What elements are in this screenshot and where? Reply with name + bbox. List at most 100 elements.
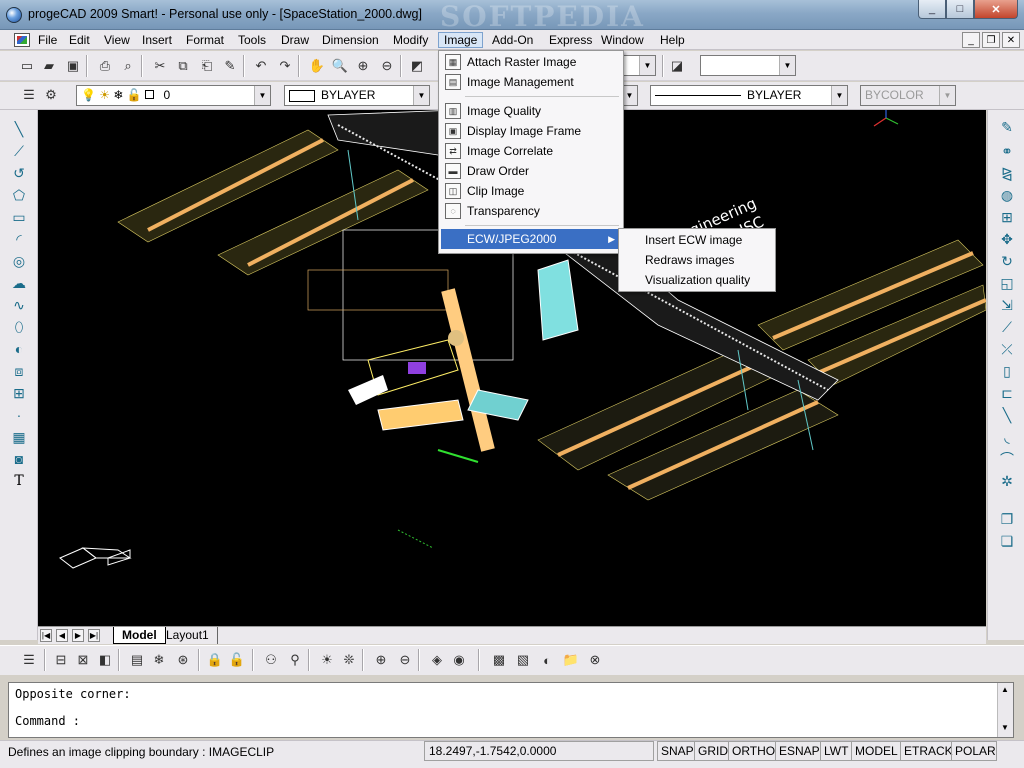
layer-select[interactable]: 💡 ☀ ❄ 🔓 0 ▼ <box>76 85 271 106</box>
menu-format[interactable]: Format <box>181 32 229 48</box>
menu-help[interactable]: Help <box>655 32 690 48</box>
menu-view[interactable]: View <box>99 32 135 48</box>
color-select[interactable]: BYLAYER ▼ <box>284 85 430 106</box>
layer-merge-icon[interactable]: ⊛ <box>174 651 192 669</box>
linetype-select[interactable]: BYLAYER ▼ <box>650 85 848 106</box>
menu-image-management[interactable]: ▤ Image Management <box>441 72 621 92</box>
point-icon[interactable]: · <box>10 406 28 424</box>
polygon-icon[interactable]: ⬠ <box>10 186 28 204</box>
mdi-restore-button[interactable]: ❐ <box>982 32 1000 48</box>
rotate-icon[interactable]: ↻ <box>998 252 1016 270</box>
menu-add-on[interactable]: Add-On <box>487 32 538 48</box>
last-tab-button[interactable]: ▶| <box>88 629 100 642</box>
pan-icon[interactable]: ✋ <box>308 57 326 75</box>
layer-change-icon[interactable]: ⊠ <box>74 651 92 669</box>
redo-icon[interactable]: ↷ <box>276 57 294 75</box>
layer-off-icon[interactable]: ▤ <box>128 651 146 669</box>
rectangle-icon[interactable]: ▭ <box>10 208 28 226</box>
new-file-icon[interactable]: ▭ <box>18 57 36 75</box>
copy-object-icon[interactable]: ⚭ <box>998 142 1016 160</box>
menu-visualization-quality[interactable]: Visualization quality <box>621 270 773 290</box>
ellipse-arc-icon[interactable]: ◐ <box>10 340 28 358</box>
layer-isolate-icon[interactable]: ◧ <box>96 651 114 669</box>
menu-redraws-images[interactable]: Redraws images <box>621 250 773 270</box>
hatch-icon[interactable]: ▦ <box>10 428 28 446</box>
text-icon[interactable]: T <box>10 472 28 490</box>
menu-draw-order[interactable]: ▬ Draw Order <box>441 161 621 181</box>
layer-match-icon[interactable]: ⊟ <box>52 651 70 669</box>
scroll-up-icon[interactable]: ▲ <box>1001 685 1009 694</box>
snap-toggle[interactable]: SNAP <box>657 741 695 761</box>
menu-insert[interactable]: Insert <box>137 32 177 48</box>
menu-express[interactable]: Express <box>544 32 597 48</box>
menu-window[interactable]: Window <box>596 32 649 48</box>
erase-icon[interactable]: ✎ <box>998 118 1016 136</box>
toolbar-combo-3[interactable]: ▼ <box>622 85 638 106</box>
scroll-down-icon[interactable]: ▼ <box>1001 723 1009 732</box>
menu-file[interactable]: File <box>33 32 62 48</box>
cloud-icon[interactable]: ☁ <box>10 274 28 292</box>
render-icon[interactable]: ◐ <box>538 651 556 669</box>
cut-icon[interactable]: ✂ <box>151 57 169 75</box>
minimize-button[interactable]: _ <box>918 0 946 19</box>
polyline-icon[interactable]: ⟋ <box>10 142 28 160</box>
break-icon[interactable]: ⊏ <box>998 384 1016 402</box>
edit-polyline-icon[interactable]: ⌒ <box>998 450 1016 468</box>
extend-icon[interactable]: ▯ <box>998 362 1016 380</box>
first-tab-button[interactable]: |◀ <box>40 629 52 642</box>
menu-modify[interactable]: Modify <box>388 32 433 48</box>
region-icon[interactable]: ◙ <box>10 450 28 468</box>
fillet-icon[interactable]: ◟ <box>998 428 1016 446</box>
copy-icon[interactable]: ⧉ <box>174 57 192 75</box>
layer-freeze-icon[interactable]: ❄ <box>150 651 168 669</box>
match-properties-icon[interactable]: ✎ <box>221 57 239 75</box>
toolbar-combo-2[interactable]: ▼ <box>700 55 796 76</box>
circle-icon[interactable]: ◎ <box>10 252 28 270</box>
grid-toggle[interactable]: GRID <box>694 741 729 761</box>
folder-icon[interactable]: 📁 <box>562 651 580 669</box>
paste-icon[interactable]: ⎗ <box>198 57 216 75</box>
explode-icon[interactable]: ✲ <box>998 472 1016 490</box>
layer-unlock-icon[interactable]: 🔓 <box>228 651 246 669</box>
layer-translate-icon[interactable]: ◈ <box>428 651 446 669</box>
menu-ecw-jpeg2000[interactable]: ECW/JPEG2000 ▶ <box>441 229 621 249</box>
open-file-icon[interactable]: ▰ <box>40 57 58 75</box>
ungroup-icon[interactable]: ❏ <box>998 532 1016 550</box>
layer-lock-icon[interactable]: 🔒 <box>206 651 224 669</box>
menu-edit[interactable]: Edit <box>64 32 95 48</box>
layer-tool-icon[interactable]: ◪ <box>668 57 686 75</box>
layer-lock-object-icon[interactable]: ⊖ <box>396 651 414 669</box>
zoom-realtime-icon[interactable]: 🔍 <box>331 57 349 75</box>
menu-display-image-frame[interactable]: ▣ Display Image Frame <box>441 121 621 141</box>
save-icon[interactable]: ▣ <box>64 57 82 75</box>
tab-layout1[interactable]: Layout1 <box>158 627 218 644</box>
chamfer-icon[interactable]: ╲ <box>998 406 1016 424</box>
pack-and-go-icon[interactable]: ▩ <box>490 651 508 669</box>
zoom-window-icon[interactable]: ⊕ <box>354 57 372 75</box>
ellipse-icon[interactable]: ⬯ <box>10 318 28 336</box>
layer-thaw-all-icon[interactable]: ☀ <box>318 651 336 669</box>
next-tab-button[interactable]: ▶ <box>72 629 84 642</box>
lineweight-select[interactable]: BYCOLOR ▼ <box>860 85 956 106</box>
menu-image[interactable]: Image <box>438 32 484 48</box>
offset-icon[interactable]: ◍ <box>998 186 1016 204</box>
mdi-close-button[interactable]: ✕ <box>1002 32 1020 48</box>
insert-block-icon[interactable]: ⧈ <box>10 362 28 380</box>
mirror-icon[interactable]: ⧎ <box>998 164 1016 182</box>
image-attach-icon[interactable]: ▧ <box>514 651 532 669</box>
layer-manager-icon[interactable]: ☰ <box>20 86 38 104</box>
lwt-toggle[interactable]: LWT <box>820 741 852 761</box>
menu-dimension[interactable]: Dimension <box>317 32 384 48</box>
spline-icon[interactable]: ∿ <box>10 296 28 314</box>
trim-icon[interactable]: ⤫ <box>998 340 1016 358</box>
menu-insert-ecw-image[interactable]: Insert ECW image <box>621 230 773 250</box>
stretch-icon[interactable]: ⇲ <box>998 296 1016 314</box>
print-preview-icon[interactable]: ⌕ <box>119 57 137 75</box>
properties-icon[interactable]: ◩ <box>408 57 426 75</box>
print-icon[interactable]: ⎙ <box>96 57 114 75</box>
command-scrollbar[interactable]: ▲ ▼ <box>997 683 1013 737</box>
mdi-minimize-button[interactable]: _ <box>962 32 980 48</box>
ortho-toggle[interactable]: ORTHO <box>728 741 776 761</box>
document-icon[interactable] <box>14 33 30 47</box>
menu-transparency[interactable]: ◌ Transparency <box>441 201 621 221</box>
